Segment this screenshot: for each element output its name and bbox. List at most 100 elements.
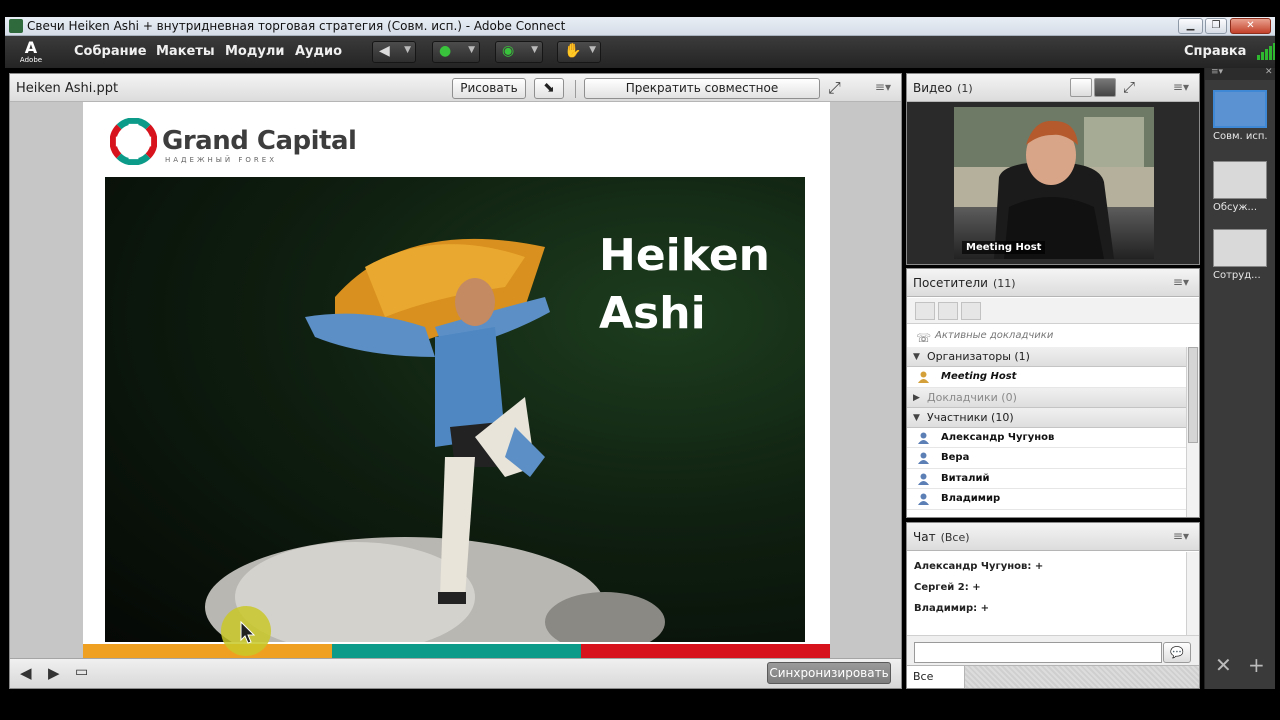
slide-title: Heiken Ashi — [599, 230, 770, 339]
presenter-cursor-highlight — [221, 606, 271, 656]
status-view-icon[interactable] — [961, 302, 981, 320]
expand-down-icon: ▼ — [913, 352, 920, 362]
menu-pods[interactable]: Модули — [225, 44, 284, 59]
menu-layouts[interactable]: Макеты — [156, 44, 215, 59]
attendees-pod: Посетители (11) ≡▾ ☏ Активные докладчики … — [906, 268, 1200, 518]
stop-sharing-button[interactable]: Прекратить совместное использование — [584, 78, 820, 114]
attendees-pod-header: Посетители (11) ≡▾ — [907, 269, 1199, 297]
user-icon — [918, 432, 929, 444]
layout-discussion[interactable]: Обсуж... — [1213, 161, 1269, 213]
share-pod-title: Heiken Ashi.ppt — [16, 81, 119, 96]
list-view-icon[interactable] — [915, 302, 935, 320]
pod-options-icon[interactable]: ≡▾ — [1173, 529, 1189, 543]
raise-hand-button[interactable]: ✋ ▼ — [557, 41, 601, 63]
layouts-sidebar-top: ≡▾ ✕ — [1205, 67, 1275, 80]
hand-icon: ✋ — [564, 43, 582, 59]
chat-scrollbar[interactable] — [1186, 552, 1199, 635]
sync-button[interactable]: Синхронизировать — [767, 662, 891, 684]
attendee-row[interactable]: Вера — [907, 448, 1186, 469]
expand-down-icon: ▼ — [913, 412, 920, 423]
window-title: Свечи Heiken Ashi + внутридневная торгов… — [27, 19, 566, 33]
presentation-slide: Grand Capital НАДЕЖНЫЙ FOREX Heiken Ashi — [83, 102, 830, 661]
layout-thumbnail — [1213, 229, 1267, 267]
layout-thumbnail — [1213, 90, 1267, 128]
scrollbar-thumb[interactable] — [1188, 347, 1198, 443]
active-speakers-row: ☏ Активные докладчики — [907, 326, 1199, 346]
group-presenters[interactable]: ▶ Докладчики (0) — [907, 387, 1186, 408]
delete-layout-icon[interactable]: ✕ — [1215, 653, 1232, 677]
video-pod: Видео (1) ⤢ ≡▾ Meeting Host — [906, 73, 1200, 265]
speech-bubble-icon: 💬 — [1170, 646, 1184, 659]
webcam-video-feed: Meeting Host — [954, 107, 1154, 259]
adobe-connect-app-icon — [9, 19, 23, 33]
attendee-row[interactable]: Владимир — [907, 489, 1186, 510]
phone-icon: ☏ — [916, 331, 932, 345]
next-slide-icon[interactable]: ▶ — [48, 664, 60, 682]
user-icon — [918, 452, 929, 464]
attendee-list-scrollbar[interactable] — [1186, 347, 1199, 517]
single-view-icon[interactable] — [1094, 78, 1116, 97]
microphone-icon: ● — [439, 43, 452, 59]
grand-capital-logo-icon — [110, 118, 157, 165]
close-icon: ✕ — [1246, 20, 1255, 31]
user-icon — [918, 493, 929, 505]
presenter-video-image — [954, 107, 1154, 259]
chevron-down-icon: ▼ — [404, 45, 411, 55]
group-participants[interactable]: ▼ Участники (10) — [907, 407, 1186, 428]
draw-button[interactable]: Рисовать — [452, 78, 526, 99]
attendee-row[interactable]: Виталий — [907, 468, 1186, 489]
adobe-logo: A Adobe — [19, 38, 43, 64]
layouts-menu-icon[interactable]: ≡▾ — [1211, 67, 1223, 77]
attendees-pod-title: Посетители (11) — [913, 276, 1016, 290]
pointer-icon: ⬊ — [543, 80, 555, 96]
slide-photo: Heiken Ashi — [105, 177, 805, 642]
chat-input[interactable] — [914, 642, 1162, 663]
pod-options-icon[interactable]: ≡▾ — [875, 80, 891, 94]
layout-collaboration[interactable]: Сотруд... — [1213, 229, 1269, 281]
menu-help[interactable]: Справка — [1184, 44, 1246, 59]
chat-pod-header: Чат (Все) ≡▾ — [907, 523, 1199, 551]
chevron-down-icon: ▼ — [468, 45, 475, 55]
grand-capital-logo-subtitle: НАДЕЖНЫЙ FOREX — [165, 156, 278, 164]
slide-sidebar-toggle-icon[interactable]: ▭ — [75, 664, 88, 680]
grid-view-icon[interactable] — [1070, 78, 1092, 97]
connection-signal-icon — [1257, 43, 1275, 60]
layouts-close-icon[interactable]: ✕ — [1265, 67, 1273, 77]
close-window-button[interactable]: ✕ — [1230, 18, 1271, 34]
group-hosts[interactable]: ▼ Организаторы (1) — [907, 347, 1186, 367]
minimize-button[interactable]: ▁ — [1178, 18, 1203, 34]
pod-options-icon[interactable]: ≡▾ — [1173, 275, 1189, 289]
video-pod-title: Видео (1) — [913, 81, 973, 95]
fullscreen-icon[interactable]: ⤢ — [1123, 78, 1135, 96]
attendee-host[interactable]: Meeting Host — [907, 367, 1186, 388]
chat-pod-title: Чат (Все) — [913, 530, 970, 544]
chat-tab-everyone[interactable]: Все — [907, 666, 965, 688]
chat-send-button[interactable]: 💬 — [1163, 642, 1191, 663]
menu-audio[interactable]: Аудио — [295, 44, 342, 59]
share-pod-header: Heiken Ashi.ppt Рисовать ⬊ Прекратить со… — [10, 74, 901, 114]
fullscreen-icon[interactable]: ⤢ — [828, 78, 841, 98]
minimize-icon: ▁ — [1186, 20, 1195, 31]
maximize-button[interactable]: ❐ — [1205, 18, 1227, 34]
add-layout-icon[interactable]: + — [1248, 653, 1265, 677]
previous-slide-icon[interactable]: ◀ — [20, 664, 32, 682]
attendees-toolbar — [907, 298, 1199, 324]
pod-options-icon[interactable]: ≡▾ — [1173, 80, 1189, 94]
grand-capital-logo-text: Grand Capital — [162, 126, 357, 156]
video-pod-header: Видео (1) ⤢ ≡▾ — [907, 74, 1199, 102]
menu-meeting[interactable]: Собрание — [74, 44, 147, 59]
microphone-button[interactable]: ● ▼ — [432, 41, 480, 63]
chat-pod: Чат (Все) ≡▾ Александр Чугунов: + Сергей … — [906, 522, 1200, 689]
mouse-pointer-icon — [240, 620, 256, 644]
breakout-icon[interactable] — [938, 302, 958, 320]
layouts-sidebar: ≡▾ ✕ Совм. исп. Обсуж... Сотруд... ✕ + — [1204, 67, 1275, 689]
webcam-button[interactable]: ◉ ▼ — [495, 41, 543, 63]
attendee-row[interactable]: Александр Чугунов — [907, 427, 1186, 448]
speaker-button[interactable]: ◀ ▼ — [372, 41, 416, 63]
user-icon — [918, 473, 929, 485]
layout-thumbnail — [1213, 161, 1267, 199]
toolbar-divider — [575, 80, 576, 98]
chat-message: Александр Чугунов: + — [914, 561, 1044, 572]
layout-sharing[interactable]: Совм. исп. — [1213, 90, 1269, 142]
pointer-tool-button[interactable]: ⬊ — [534, 78, 564, 99]
